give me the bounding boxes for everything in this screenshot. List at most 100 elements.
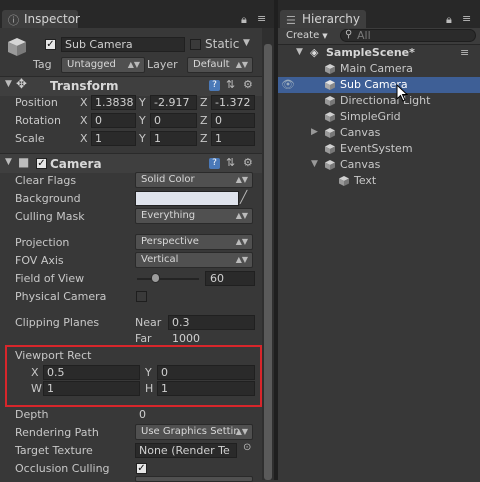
gameobject-icon <box>325 128 335 138</box>
help-icon[interactable]: ? <box>209 80 220 91</box>
list-item[interactable]: ▼ Canvas <box>278 157 480 173</box>
camera-component-icon: ■ <box>18 155 30 169</box>
position-x-field[interactable]: 1.3838 <box>91 95 136 110</box>
lock-icon[interactable]: 🔒︎ <box>446 13 452 27</box>
clear-flags-dropdown[interactable]: Solid Color ▲▼ <box>135 172 253 188</box>
camera-title: Camera <box>50 157 102 171</box>
scene-name: SampleScene* <box>326 46 415 59</box>
viewport-x-label: X <box>31 366 39 379</box>
gameobject-icon <box>325 80 335 90</box>
object-picker-icon[interactable]: ⊙ <box>243 442 251 453</box>
viewport-rect-label: Viewport Rect <box>15 349 92 362</box>
tab-hierarchy[interactable]: ☰ Hierarchy <box>280 10 366 28</box>
static-dropdown-icon[interactable]: ▼ <box>243 38 250 48</box>
viewport-x-field[interactable]: 0.5 <box>43 365 140 380</box>
fov-axis-dropdown[interactable]: Vertical ▲▼ <box>135 252 253 268</box>
gameobject-icon <box>339 176 349 186</box>
layer-dropdown[interactable]: Default ▲▼ <box>187 57 253 73</box>
list-item[interactable]: EventSystem <box>278 141 480 157</box>
foldout-arrow-icon[interactable]: ▼ <box>311 159 318 169</box>
gameobject-cube-icon <box>8 38 26 56</box>
inspector-scrollbar-thumb[interactable] <box>264 44 272 480</box>
list-item[interactable]: Directional Light <box>278 93 480 109</box>
search-input[interactable]: All <box>357 29 371 42</box>
lock-icon[interactable]: 🔒︎ <box>241 13 247 27</box>
background-color-swatch[interactable] <box>135 191 239 206</box>
rotation-z-field[interactable]: 0 <box>211 113 255 128</box>
preset-icon[interactable]: ⇅ <box>226 78 235 91</box>
depth-field[interactable]: 0 <box>135 407 255 422</box>
viewport-w-field[interactable]: 1 <box>43 381 140 396</box>
gameobject-icon <box>325 112 335 122</box>
list-item-label: Text <box>354 174 377 187</box>
depth-label: Depth <box>15 408 49 421</box>
scale-y-field[interactable]: 1 <box>150 131 197 146</box>
viewport-y-field[interactable]: 0 <box>157 365 255 380</box>
next-property-dropdown[interactable] <box>135 476 253 482</box>
list-item-selected[interactable]: 👁︎ Sub Camera <box>278 77 480 93</box>
visibility-eye-icon[interactable]: 👁︎ <box>281 78 295 91</box>
eyedropper-icon[interactable]: ╱ <box>240 190 247 204</box>
camera-enabled-checkbox[interactable]: ✓ <box>36 158 47 169</box>
rotation-y-field[interactable]: 0 <box>150 113 197 128</box>
scene-menu-icon[interactable]: ≡ <box>460 46 469 59</box>
create-button[interactable]: Create ▼ <box>286 29 332 43</box>
tag-label: Tag <box>33 58 52 71</box>
unity-scene-icon: ◈ <box>310 46 319 59</box>
search-icon: ⚲ <box>345 29 353 40</box>
clipping-planes-label: Clipping Planes <box>15 316 100 329</box>
y-label: Y <box>139 96 146 109</box>
layer-label: Layer <box>147 58 178 71</box>
projection-dropdown[interactable]: Perspective ▲▼ <box>135 234 253 250</box>
near-field[interactable]: 0.3 <box>168 315 255 330</box>
list-item[interactable]: ▶ Canvas <box>278 125 480 141</box>
static-checkbox[interactable] <box>190 39 201 50</box>
mouse-cursor-icon <box>396 84 408 102</box>
x-label: X <box>80 114 88 127</box>
list-item-label: Canvas <box>340 126 381 139</box>
scene-row[interactable]: ▼ ◈ SampleScene* ≡ <box>278 45 480 61</box>
physical-camera-label: Physical Camera <box>15 290 107 303</box>
active-checkbox[interactable]: ✓ <box>45 39 56 50</box>
occlusion-culling-label: Occlusion Culling <box>15 462 110 475</box>
object-name-field[interactable]: Sub Camera <box>61 37 185 52</box>
list-item[interactable]: Text <box>278 173 480 189</box>
physical-camera-checkbox[interactable] <box>136 291 147 302</box>
occlusion-culling-checkbox[interactable]: ✓ <box>136 463 147 474</box>
camera-header[interactable]: ▼ ■ ✓ Camera ? ⇅ ⚙ <box>0 153 262 173</box>
fov-slider-track[interactable] <box>137 278 199 280</box>
fov-slider-thumb[interactable] <box>151 273 160 283</box>
rotation-x-field[interactable]: 0 <box>91 113 136 128</box>
tab-inspector[interactable]: ⓘ Inspector <box>2 10 80 28</box>
far-label: Far <box>135 332 152 345</box>
hierarchy-tab-bar: ☰ Hierarchy 🔒︎ ≡ <box>278 0 480 28</box>
position-y-field[interactable]: -2.917 <box>150 95 197 110</box>
viewport-w-label: W <box>31 382 42 395</box>
fov-value-field[interactable]: 60 <box>205 271 255 286</box>
list-item[interactable]: SimpleGrid <box>278 109 480 125</box>
menu-icon[interactable]: ≡ <box>257 12 266 25</box>
gear-icon[interactable]: ⚙ <box>243 156 253 169</box>
menu-icon[interactable]: ≡ <box>462 12 471 25</box>
viewport-h-field[interactable]: 1 <box>157 381 255 396</box>
foldout-arrow-icon: ▼ <box>5 157 12 167</box>
position-z-field[interactable]: -1.372 <box>211 95 255 110</box>
scale-z-field[interactable]: 1 <box>211 131 255 146</box>
scale-x-field[interactable]: 1 <box>91 131 136 146</box>
y-label: Y <box>139 132 146 145</box>
fov-axis-label: FOV Axis <box>15 254 64 267</box>
gear-icon[interactable]: ⚙ <box>243 78 253 91</box>
transform-header[interactable]: ▼ ✥ Transform ? ⇅ ⚙ <box>0 76 262 96</box>
rotation-label: Rotation <box>15 114 62 127</box>
preset-icon[interactable]: ⇅ <box>226 156 235 169</box>
clear-flags-label: Clear Flags <box>15 174 77 187</box>
foldout-arrow-right-icon[interactable]: ▶ <box>311 127 318 137</box>
target-texture-field[interactable]: None (Render Te <box>135 443 237 458</box>
help-icon[interactable]: ? <box>209 158 220 169</box>
tag-dropdown[interactable]: Untagged ▲▼ <box>61 57 145 73</box>
list-item[interactable]: Main Camera <box>278 61 480 77</box>
far-field[interactable]: 1000 <box>168 331 255 346</box>
culling-mask-dropdown[interactable]: Everything ▲▼ <box>135 208 253 224</box>
chevron-down-icon: ▲▼ <box>235 237 248 246</box>
rendering-path-dropdown[interactable]: Use Graphics Settin ▲▼ <box>135 424 253 440</box>
